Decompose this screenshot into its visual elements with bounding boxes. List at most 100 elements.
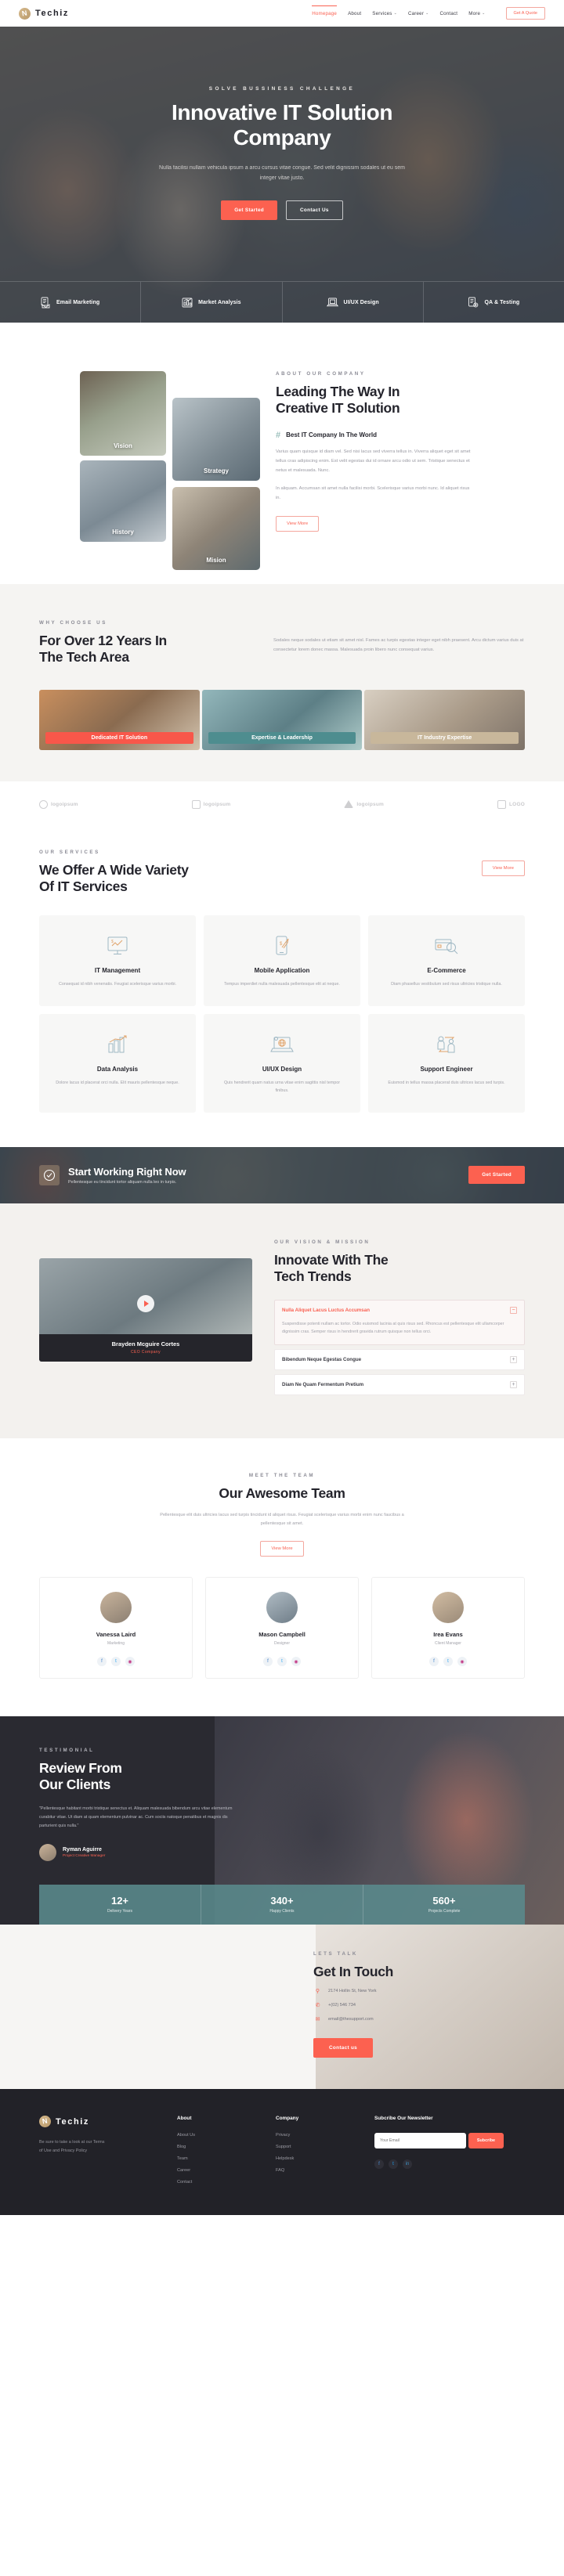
chevron-down-icon: ⌄	[425, 11, 429, 16]
bar-growth-icon	[52, 1031, 183, 1058]
why-band-item-1[interactable]: Dedicated IT Solution	[39, 689, 200, 750]
hero-feature-market-analysis[interactable]: Market Analysis	[141, 282, 283, 323]
stat-delivery-years: 12+ Delivery Years	[39, 1884, 201, 1925]
footer-link[interactable]: Contact	[177, 2180, 255, 2185]
about-photo-history: History	[80, 460, 166, 542]
why-choose-us-section: WHY CHOOSE US For Over 12 Years In The T…	[0, 584, 564, 781]
team-member-role: Designer	[273, 1641, 290, 1646]
footer-link[interactable]: Helpdesk	[276, 2156, 354, 2161]
nav-item-homepage[interactable]: Homepage	[312, 5, 337, 16]
services-view-more-button[interactable]: View More	[481, 860, 525, 876]
footer-link[interactable]: Career	[177, 2168, 255, 2173]
accordion-item-1[interactable]: Nulla Aliquet Lacus Luctus Accumsan − Su…	[274, 1299, 525, 1346]
facebook-icon[interactable]: f	[97, 1657, 107, 1666]
about-view-more-button[interactable]: View More	[276, 515, 320, 532]
avatar	[39, 1843, 56, 1861]
nav-item-career[interactable]: Career ⌄	[408, 11, 429, 16]
about-feature: # Best IT Company In The World	[276, 431, 525, 440]
instagram-icon[interactable]: ◉	[291, 1657, 301, 1666]
get-a-quote-button[interactable]: Get A Quote	[505, 7, 545, 20]
contact-us-button[interactable]: Contact us	[313, 2038, 374, 2058]
footer-brand-logo[interactable]: N Techiz	[39, 2116, 157, 2128]
footer-link[interactable]: Blog	[177, 2145, 255, 2149]
footer-link[interactable]: Privacy	[276, 2133, 354, 2138]
accordion-item-2[interactable]: Bibendum Neque Egestas Congue +	[274, 1349, 525, 1371]
plus-icon[interactable]: +	[510, 1356, 517, 1364]
minus-icon[interactable]: −	[510, 1306, 517, 1314]
team-member-socials: f t ◉	[214, 1657, 350, 1666]
plus-icon[interactable]: +	[510, 1381, 517, 1389]
footer-link[interactable]: Support	[276, 2145, 354, 2149]
why-band-label: Expertise & Leadership	[208, 731, 356, 744]
service-card-mobile-application[interactable]: $ Mobile Application Tempus imperdiet nu…	[204, 915, 360, 1006]
stat-projects-complete: 560+ Projects Complete	[363, 1885, 525, 1925]
service-card-data-analysis[interactable]: Data Analysis Dolore lacus id placerat o…	[39, 1013, 196, 1113]
why-band-item-3[interactable]: IT Industry Expertise	[364, 689, 526, 750]
vision-person-name: Brayden Mcguire Cortes	[111, 1340, 180, 1348]
newsletter-email-input[interactable]	[374, 2133, 466, 2149]
service-card-it-management[interactable]: $ IT Management Consequat id nibh venena…	[39, 915, 196, 1006]
hero-feature-email-marketing[interactable]: Email Marketing	[0, 282, 142, 323]
contact-eyebrow: LETS TALK	[313, 1950, 358, 1957]
get-started-button[interactable]: Get Started	[221, 200, 277, 221]
facebook-icon[interactable]: f	[374, 2159, 384, 2170]
avatar	[432, 1592, 464, 1623]
brand-name: Techiz	[35, 9, 70, 18]
footer-link[interactable]: FAQ	[276, 2168, 354, 2173]
logo-mark-icon: N	[19, 7, 31, 20]
about-photo-caption: Vision	[114, 442, 132, 449]
about-photo-strategy: Strategy	[172, 398, 260, 481]
mobile-rocket-icon: $	[217, 933, 347, 959]
accordion-header[interactable]: Nulla Aliquet Lacus Luctus Accumsan −	[275, 1301, 524, 1320]
services-grid: $ IT Management Consequat id nibh venena…	[39, 915, 525, 1113]
hero-feature-uiux-design[interactable]: UI/UX Design	[283, 282, 424, 323]
accordion-header[interactable]: Bibendum Neque Egestas Congue +	[275, 1350, 524, 1369]
service-card-uiux-design[interactable]: UI/UX Design Quis hendrerit quam natus u…	[204, 1013, 360, 1113]
nav-item-services[interactable]: Services ⌄	[372, 11, 397, 16]
contact-row-phone[interactable]: ✆ +(02) 546 734	[313, 2002, 525, 2008]
contact-row-email[interactable]: ✉ email@thesupport.com	[313, 2016, 525, 2022]
team-grid: Vanessa Laird Marketing f t ◉ Mason Camp…	[39, 1577, 525, 1679]
about-paragraph-1: Varius quam quisque id diam vel. Sed nis…	[276, 449, 471, 474]
nav-item-contact[interactable]: Contact	[439, 11, 457, 16]
nav-item-more[interactable]: More ⌄	[468, 11, 485, 16]
accordion-header[interactable]: Diam Ne Quam Fermentum Pretium +	[275, 1375, 524, 1394]
hero-feature-qa-testing[interactable]: QA & Testing	[424, 282, 564, 323]
nav-item-about[interactable]: About	[348, 11, 361, 16]
twitter-icon[interactable]: t	[443, 1657, 453, 1666]
team-member-socials: f t ◉	[48, 1657, 184, 1666]
team-member-name: Vanessa Laird	[96, 1631, 136, 1638]
team-member-card[interactable]: Mason Campbell Designer f t ◉	[205, 1577, 359, 1679]
contact-us-button[interactable]: Contact Us	[286, 200, 343, 221]
vision-video-caption: Brayden Mcguire Cortes CEO Company	[39, 1333, 252, 1362]
facebook-icon[interactable]: f	[263, 1657, 273, 1666]
twitter-icon[interactable]: t	[111, 1657, 121, 1666]
instagram-icon[interactable]: ◉	[125, 1657, 135, 1666]
team-member-card[interactable]: Vanessa Laird Marketing f t ◉	[39, 1577, 193, 1679]
twitter-icon[interactable]: t	[277, 1657, 287, 1666]
instagram-icon[interactable]: ◉	[457, 1657, 467, 1666]
why-title-line2: The Tech Area	[39, 649, 129, 666]
linkedin-icon[interactable]: in	[403, 2159, 412, 2170]
cta-get-started-button[interactable]: Get Started	[468, 1166, 525, 1185]
team-member-card[interactable]: Irea Evans Client Manager f t ◉	[371, 1577, 525, 1679]
stat-value: 12+	[110, 1894, 129, 1907]
footer-link[interactable]: Team	[177, 2156, 255, 2161]
accordion-item-3[interactable]: Diam Ne Quam Fermentum Pretium +	[274, 1374, 525, 1396]
why-band-item-2[interactable]: Expertise & Leadership	[201, 689, 363, 750]
service-card-support-engineer[interactable]: Support Engineer Euismod in tellus massa…	[368, 1013, 525, 1113]
service-title: Mobile Application	[254, 967, 310, 975]
service-card-ecommerce[interactable]: E-Commerce Diam phasellus vestibulum sed…	[368, 915, 525, 1006]
play-icon[interactable]	[137, 1295, 154, 1313]
stat-happy-clients: 340+ Happy Clients	[201, 1884, 363, 1925]
team-view-more-button[interactable]: View More	[260, 1541, 304, 1557]
twitter-icon[interactable]: t	[389, 2159, 398, 2170]
facebook-icon[interactable]: f	[429, 1657, 439, 1666]
services-section: OUR SERVICES We Offer A Wide Variety Of …	[0, 828, 564, 1147]
brand-logos-section: logoipsum logoipsum logoipsum LOGO	[0, 781, 564, 829]
vision-video-card[interactable]: Brayden Mcguire Cortes CEO Company	[39, 1257, 252, 1362]
brand-logo[interactable]: N Techiz	[19, 7, 70, 20]
footer-link[interactable]: About Us	[177, 2133, 255, 2138]
newsletter-subscribe-button[interactable]: Subcribe	[468, 2133, 504, 2149]
contact-title: Get In Touch	[313, 1963, 394, 1979]
